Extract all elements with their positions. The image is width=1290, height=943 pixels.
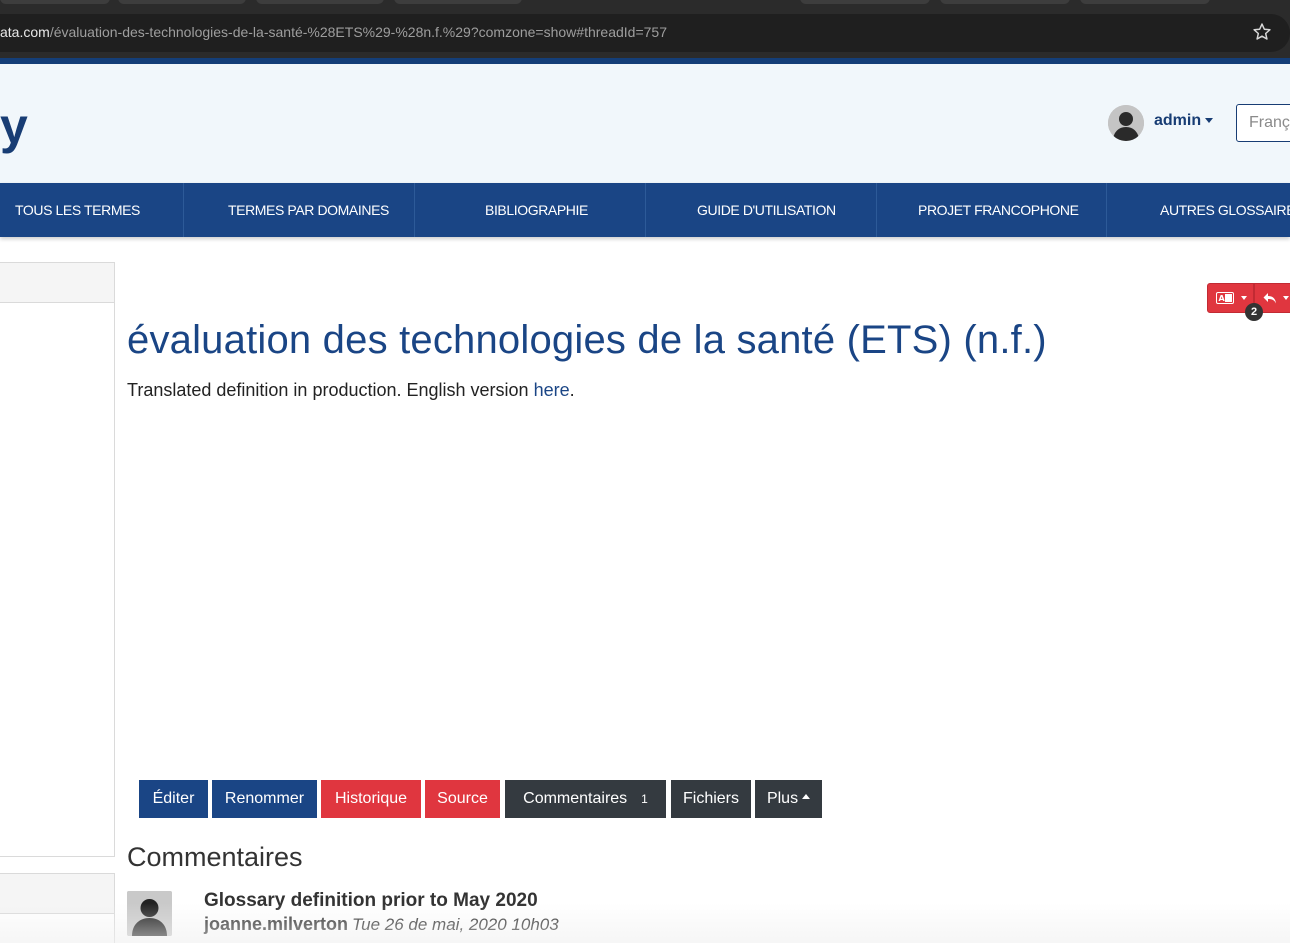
translate-icon: A bbox=[1216, 292, 1234, 304]
chevron-down-icon bbox=[1241, 296, 1247, 300]
definition-end: . bbox=[569, 380, 575, 400]
browser-chrome: ata.com/évaluation-des-technologies-de-l… bbox=[0, 0, 1290, 60]
browser-tab[interactable] bbox=[256, 0, 384, 4]
nav-item-francophone-project[interactable]: PROJET FRANCOPHONE bbox=[918, 183, 1079, 237]
browser-tab[interactable] bbox=[1080, 0, 1210, 4]
nav-item-bibliography[interactable]: BIBLIOGRAPHIE bbox=[485, 183, 588, 237]
sidebar-panel-header bbox=[0, 874, 114, 914]
language-select[interactable]: Français bbox=[1236, 104, 1290, 142]
sidebar-panel bbox=[0, 262, 115, 857]
rename-button[interactable]: Renommer bbox=[212, 780, 317, 818]
url-text[interactable]: ata.com/évaluation-des-technologies-de-l… bbox=[0, 24, 667, 40]
comments-button-label: Commentaires bbox=[523, 790, 628, 807]
user-avatar[interactable] bbox=[1108, 105, 1144, 141]
nav-divider bbox=[876, 183, 877, 237]
site-logo[interactable]: y bbox=[0, 96, 28, 156]
bookmark-star-icon[interactable] bbox=[1252, 22, 1272, 42]
source-button[interactable]: Source bbox=[425, 780, 500, 818]
comment-title: Glossary definition prior to May 2020 bbox=[204, 890, 538, 911]
notification-count-badge: 2 bbox=[1245, 303, 1263, 321]
user-silhouette-icon bbox=[127, 891, 172, 936]
comment-meta: joanne.milverton Tue 26 de mai, 2020 10h0… bbox=[204, 914, 559, 935]
definition-body: Translated definition in production. Eng… bbox=[127, 380, 534, 400]
browser-tab[interactable] bbox=[394, 0, 522, 4]
url-path: /évaluation-des-technologies-de-la-santé… bbox=[49, 24, 667, 40]
url-host: ata.com bbox=[0, 24, 50, 40]
history-button[interactable]: Historique bbox=[321, 780, 421, 818]
svg-text:A: A bbox=[1219, 294, 1226, 303]
browser-tab[interactable] bbox=[118, 0, 246, 4]
scroll-fade bbox=[0, 903, 1290, 943]
nav-item-terms-by-domain[interactable]: TERMES PAR DOMAINES bbox=[228, 183, 389, 237]
comments-heading: Commentaires bbox=[127, 842, 303, 872]
nav-divider bbox=[414, 183, 415, 237]
comments-count: 1 bbox=[641, 792, 648, 806]
files-button[interactable]: Fichiers bbox=[671, 780, 751, 818]
user-silhouette-icon bbox=[1108, 105, 1144, 141]
nav-divider bbox=[1106, 183, 1107, 237]
sidebar-panel-header bbox=[0, 263, 114, 303]
nav-item-other-glossaries[interactable]: AUTRES GLOSSAIRES bbox=[1160, 183, 1290, 237]
page-title: évaluation des technologies de la santé … bbox=[127, 318, 1047, 362]
comment-author[interactable]: joanne.milverton bbox=[204, 914, 348, 934]
nav-item-all-terms[interactable]: TOUS LES TERMES bbox=[15, 183, 140, 237]
more-button-label: Plus bbox=[766, 790, 799, 807]
nav-divider bbox=[183, 183, 184, 237]
browser-tab[interactable] bbox=[800, 0, 930, 4]
browser-tab[interactable] bbox=[0, 0, 110, 4]
sidebar-panel bbox=[0, 873, 115, 943]
user-name: admin bbox=[1154, 112, 1202, 129]
definition-text: Translated definition in production. Eng… bbox=[127, 380, 575, 401]
reply-arrow-icon bbox=[1263, 293, 1276, 304]
nav-item-user-guide[interactable]: GUIDE D'UTILISATION bbox=[697, 183, 836, 237]
chevron-down-icon bbox=[1205, 118, 1214, 124]
main-nav: TOUS LES TERMES TERMES PAR DOMAINES BIBL… bbox=[0, 183, 1290, 237]
chevron-up-icon bbox=[802, 794, 811, 800]
chevron-down-icon bbox=[1283, 296, 1289, 300]
site-header: y admin Français bbox=[0, 64, 1290, 184]
more-button[interactable]: Plus bbox=[755, 780, 822, 818]
nav-divider bbox=[645, 183, 646, 237]
tab-strip bbox=[0, 0, 1290, 6]
user-menu[interactable]: admin bbox=[1154, 112, 1214, 130]
browser-tab[interactable] bbox=[940, 0, 1070, 4]
english-version-link[interactable]: here bbox=[534, 380, 570, 400]
comments-button[interactable]: Commentaires 1 bbox=[505, 780, 666, 818]
comment-avatar bbox=[127, 891, 172, 936]
comment-date: Tue 26 de mai, 2020 10h03 bbox=[352, 915, 559, 934]
address-bar[interactable]: ata.com/évaluation-des-technologies-de-l… bbox=[0, 14, 1290, 52]
edit-button[interactable]: Éditer bbox=[139, 780, 208, 818]
